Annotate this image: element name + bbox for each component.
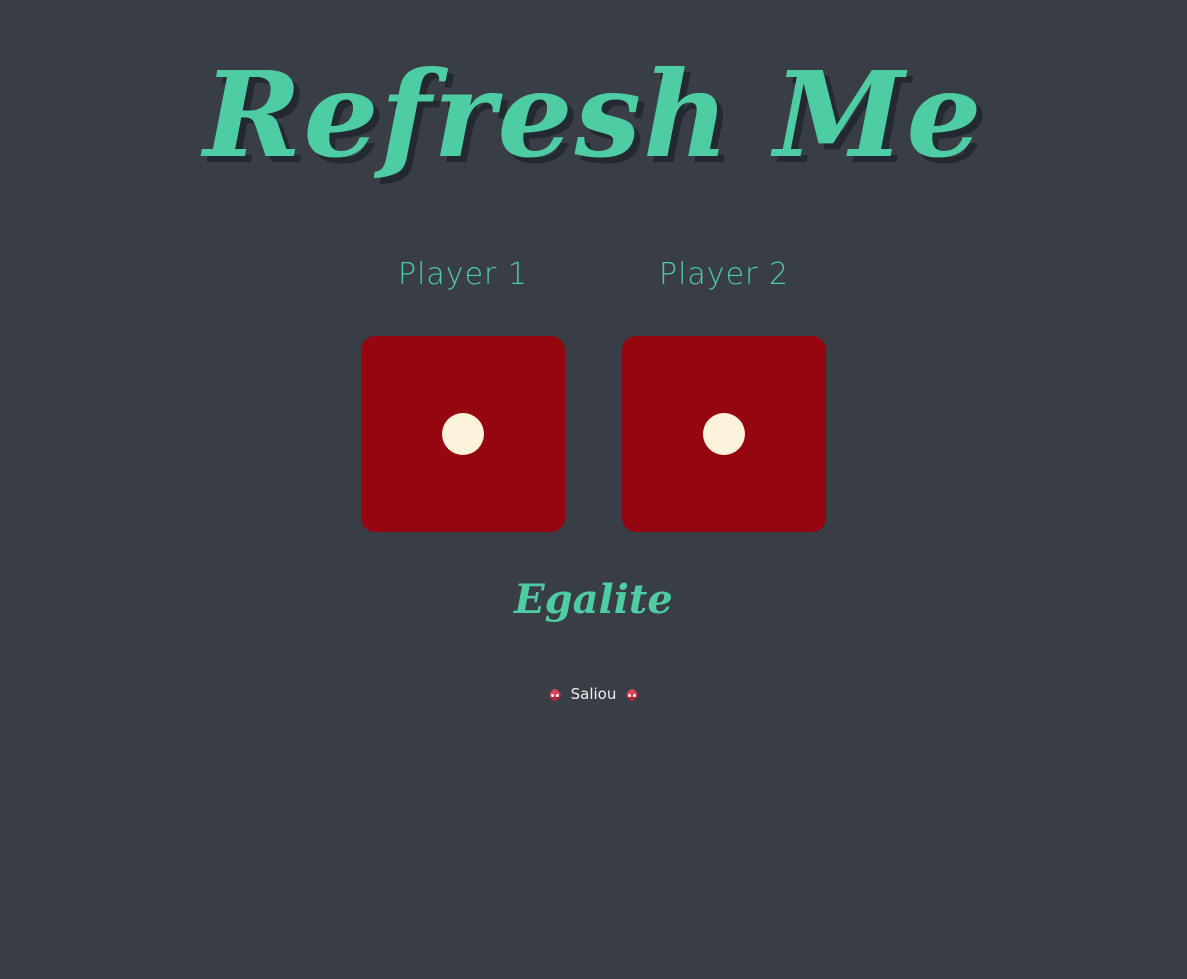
die-pip	[703, 413, 745, 455]
player-1: Player 1	[361, 250, 565, 300]
page-title: Refresh Me	[203, 45, 984, 184]
player-2-die	[622, 336, 826, 532]
result-text: Egalite	[514, 576, 673, 623]
player-1-die	[361, 336, 565, 532]
footer: Saliou	[0, 680, 1187, 708]
footer-author: Saliou	[570, 685, 617, 703]
die-pip	[442, 413, 484, 455]
player-2-label: Player 2	[659, 257, 789, 292]
player-2: Player 2	[622, 250, 826, 300]
dice-icon	[547, 687, 563, 702]
player-1-label: Player 1	[398, 257, 528, 292]
dice-icon	[624, 687, 640, 702]
